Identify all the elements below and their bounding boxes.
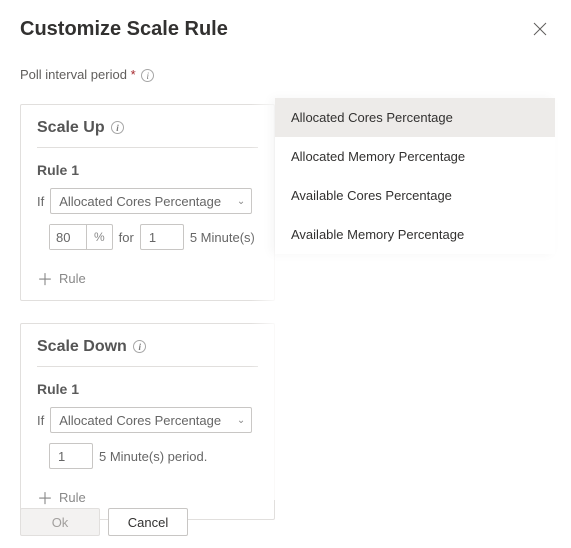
threshold-input[interactable] xyxy=(50,225,86,249)
period-suffix: 5 Minute(s) xyxy=(190,230,255,245)
dialog-footer: Ok Cancel xyxy=(20,508,188,536)
metric-select[interactable]: Allocated Cores Percentage ⌄ xyxy=(50,407,252,433)
dropdown-item-allocated-cores[interactable]: Allocated Cores Percentage xyxy=(275,98,555,137)
scale-up-section: Scale Up i Rule 1 If Allocated Cores Per… xyxy=(20,104,275,301)
duration-input[interactable] xyxy=(49,443,93,469)
chevron-down-icon: ⌄ xyxy=(237,415,245,426)
info-icon[interactable]: i xyxy=(133,340,146,353)
dropdown-item-available-cores[interactable]: Available Cores Percentage xyxy=(275,176,555,215)
ok-button[interactable]: Ok xyxy=(20,508,100,536)
info-icon[interactable]: i xyxy=(141,69,154,82)
if-label: If xyxy=(37,413,44,428)
scale-down-condition-row: If Allocated Cores Percentage ⌄ xyxy=(37,407,258,433)
info-icon[interactable]: i xyxy=(111,121,124,134)
dialog-title: Customize Scale Rule xyxy=(20,18,228,41)
metric-select[interactable]: Allocated Cores Percentage ⌄ xyxy=(50,188,252,214)
cancel-button[interactable]: Cancel xyxy=(108,508,188,536)
add-rule-button[interactable]: ＋ Rule xyxy=(37,266,258,290)
chevron-down-icon: ⌄ xyxy=(237,196,245,207)
if-label: If xyxy=(37,194,44,209)
plus-icon: ＋ xyxy=(37,266,53,290)
scale-up-header: Scale Up i xyxy=(37,119,258,148)
main-panel: Poll interval period * i Scale Up i Rule… xyxy=(0,43,275,520)
dropdown-item-available-memory[interactable]: Available Memory Percentage xyxy=(275,215,555,254)
close-button[interactable] xyxy=(529,18,551,43)
metric-select-value: Allocated Cores Percentage xyxy=(59,413,221,428)
period-suffix: 5 Minute(s) period. xyxy=(99,449,207,464)
scale-down-rule-title: Rule 1 xyxy=(37,381,258,397)
plus-icon: ＋ xyxy=(37,485,53,509)
poll-interval-field: Poll interval period * i xyxy=(20,67,275,82)
percent-label: % xyxy=(86,225,112,249)
metric-select-value: Allocated Cores Percentage xyxy=(59,194,221,209)
scale-up-condition-row: If Allocated Cores Percentage ⌄ xyxy=(37,188,258,214)
add-rule-label: Rule xyxy=(59,490,86,505)
required-asterisk: * xyxy=(131,67,136,82)
add-rule-label: Rule xyxy=(59,271,86,286)
metric-dropdown-panel: Allocated Cores Percentage Allocated Mem… xyxy=(275,98,555,254)
duration-input[interactable] xyxy=(140,224,184,250)
poll-interval-label: Poll interval period xyxy=(20,67,127,82)
scale-down-threshold-row: 5 Minute(s) period. xyxy=(49,443,258,469)
scale-down-section: Scale Down i Rule 1 If Allocated Cores P… xyxy=(20,323,275,520)
threshold-input-wrap: % xyxy=(49,224,113,250)
dropdown-item-allocated-memory[interactable]: Allocated Memory Percentage xyxy=(275,137,555,176)
scale-down-header: Scale Down i xyxy=(37,338,258,367)
dialog-header: Customize Scale Rule xyxy=(0,0,571,43)
scale-up-rule-title: Rule 1 xyxy=(37,162,258,178)
add-rule-button[interactable]: ＋ Rule xyxy=(37,485,258,509)
scale-up-threshold-row: % for 5 Minute(s) xyxy=(49,224,258,250)
scale-up-title: Scale Up xyxy=(37,119,105,136)
close-icon xyxy=(533,22,547,36)
for-label: for xyxy=(119,230,134,245)
scale-down-title: Scale Down xyxy=(37,338,127,355)
